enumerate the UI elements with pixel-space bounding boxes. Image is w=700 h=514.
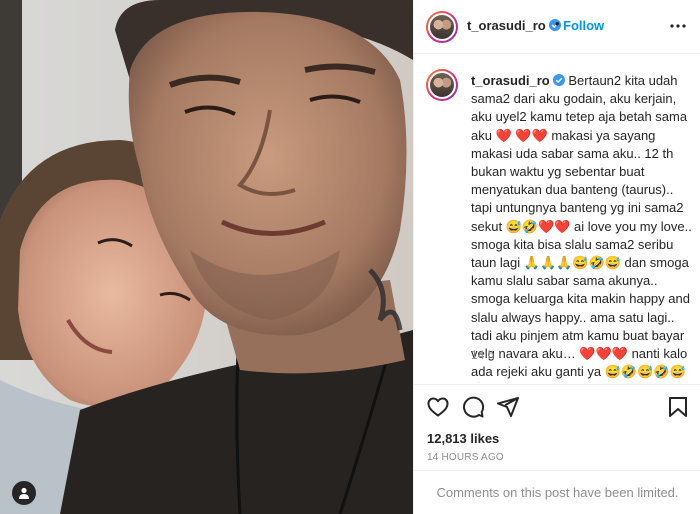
photo-illustration — [0, 0, 413, 514]
author-avatar[interactable] — [426, 11, 458, 43]
caption-username[interactable]: t_orasudi_ro — [471, 73, 565, 88]
caption-body: Bertaun2 kita udah sama2 dari aku godain… — [471, 73, 692, 383]
more-options-button[interactable] — [666, 14, 690, 38]
save-button[interactable] — [666, 395, 690, 419]
post-details-panel: t_orasudi_ro • Follow t_orasudi_ro Berta… — [413, 0, 700, 514]
comment-button[interactable] — [461, 395, 485, 419]
bookmark-icon — [669, 397, 687, 417]
likes-count[interactable]: 12,813 likes — [427, 431, 499, 446]
author-username[interactable]: t_orasudi_ro — [467, 18, 561, 33]
caption-section: t_orasudi_ro Bertaun2 kita udah sama2 da… — [414, 55, 700, 383]
post-timestamp[interactable]: 14 HOURS AGO — [427, 452, 504, 463]
action-bar — [414, 384, 700, 432]
post-header: t_orasudi_ro • Follow — [414, 0, 700, 54]
post-photo[interactable] — [0, 0, 413, 514]
user-tag-button[interactable] — [12, 481, 36, 505]
caption-timestamp[interactable]: 14 h — [471, 348, 494, 362]
comments-limited-text: Comments on this post have been limited. — [436, 485, 679, 500]
share-button[interactable] — [496, 395, 520, 419]
comments-limited-notice: Comments on this post have been limited. — [414, 470, 700, 514]
person-icon — [19, 487, 29, 499]
follow-button[interactable]: Follow — [563, 18, 604, 33]
heart-icon — [427, 397, 449, 417]
caption: t_orasudi_ro Bertaun2 kita udah sama2 da… — [471, 72, 695, 383]
verified-badge-icon — [552, 74, 565, 86]
like-button[interactable] — [426, 395, 450, 419]
header-separator: • — [555, 16, 560, 31]
share-icon — [497, 397, 519, 417]
more-options-icon — [670, 24, 686, 28]
comment-icon — [463, 396, 485, 418]
caption-author-avatar[interactable] — [426, 69, 458, 101]
